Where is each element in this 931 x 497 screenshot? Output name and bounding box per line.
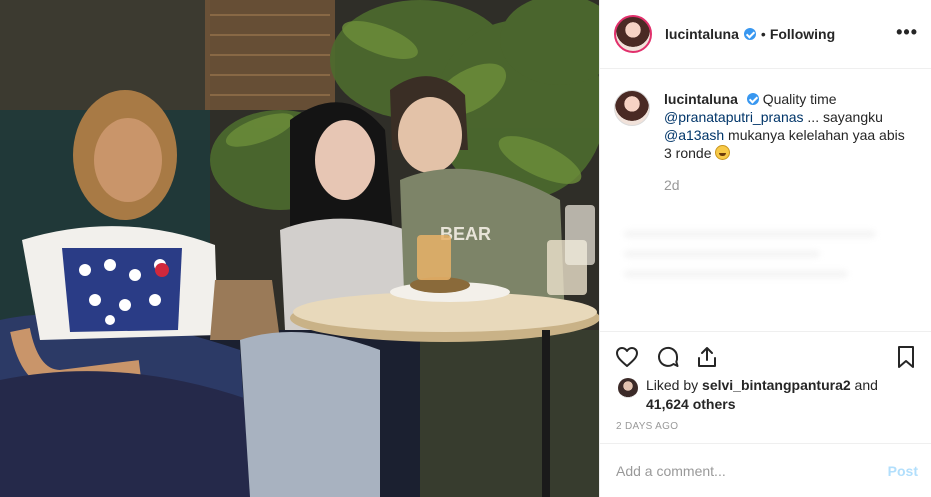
likes-summary: Liked by selvi_bintangpantura2 and 41,62… [618,376,916,414]
comment-icon[interactable] [655,344,681,370]
heart-icon[interactable] [614,344,640,370]
action-bar [600,331,931,381]
caption: lucintaluna Quality time @pranataputri_p… [614,90,920,194]
more-options-icon[interactable]: ••• [896,22,918,43]
caption-timestamp[interactable]: 2d [664,176,914,194]
verified-badge-icon [746,93,759,105]
verified-badge-icon [743,28,756,40]
share-icon[interactable] [694,344,720,370]
following-button[interactable]: Following [770,26,835,42]
tired-face-emoji-icon [715,145,731,160]
bookmark-icon[interactable] [893,344,919,370]
post-photo[interactable]: BEAR [0,0,599,497]
mention-link-1[interactable]: @pranataputri_pranas [664,109,804,125]
avatar[interactable] [614,15,652,53]
liker-avatar[interactable] [618,378,638,398]
comment-input[interactable] [616,462,888,479]
caption-body: lucintaluna Quality time @pranataputri_p… [664,90,914,194]
post-date[interactable]: 2 DAYS AGO [616,421,678,432]
likes-joiner: and [854,377,878,393]
post-header: lucintaluna • Following ••• [600,0,931,69]
likes-count[interactable]: 41,624 others [646,396,736,412]
liker-username[interactable]: selvi_bintangpantura2 [702,377,851,393]
header-username[interactable]: lucintaluna [665,26,739,42]
post-comment-button[interactable]: Post [888,463,918,479]
likes-text: Liked by selvi_bintangpantura2 and 41,62… [646,376,916,414]
caption-avatar[interactable] [614,90,650,126]
header-separator: • [760,26,766,42]
hidden-comments [624,230,904,300]
caption-username[interactable]: lucintaluna [664,91,738,107]
caption-text-2: ... sayangku [807,109,883,125]
post-sidebar: lucintaluna • Following ••• lucintaluna … [599,0,931,497]
photo-illustration: BEAR [0,0,599,497]
caption-text-1: Quality time [762,91,837,107]
comment-bar: Post [600,443,931,497]
likes-prefix: Liked by [646,377,699,393]
mention-link-2[interactable]: @a13ash [664,127,724,143]
